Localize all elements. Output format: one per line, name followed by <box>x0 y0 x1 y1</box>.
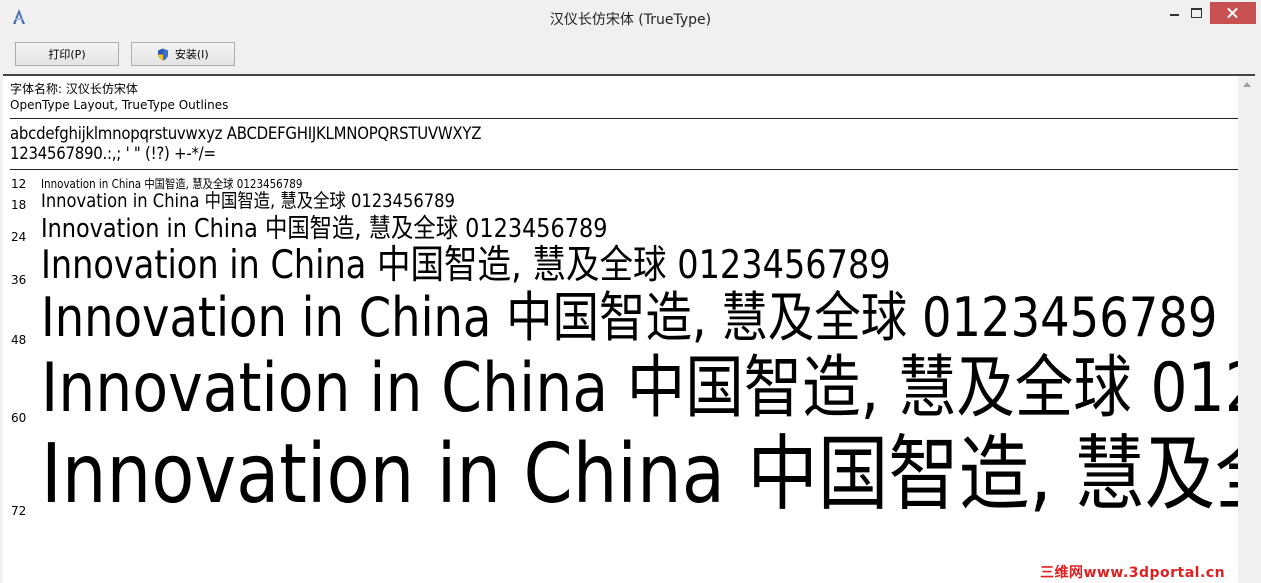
size-row-60: 60 Innovation in China 中国智造, 慧及全球 012345… <box>3 355 1238 426</box>
install-button[interactable]: 安装(I) <box>131 42 235 66</box>
size-label: 24 <box>11 230 27 244</box>
sample-text: Innovation in China 中国智造, 慧及全球 012345678… <box>41 177 303 191</box>
charset-letters: abcdefghijklmnopqrstuvwxyz ABCDEFGHIJKLM… <box>10 124 482 144</box>
size-label: 36 <box>11 273 27 287</box>
sample-text: Innovation in China 中国智造, 慧及全球 012345678… <box>41 349 1238 428</box>
size-row-18: 18 Innovation in China 中国智造, 慧及全球 012345… <box>3 192 1238 213</box>
divider <box>10 118 1238 119</box>
size-label: 48 <box>11 333 27 347</box>
font-type-line: OpenType Layout, TrueType Outlines <box>10 98 229 112</box>
size-row-48: 48 Innovation in China 中国智造, 慧及全球 012345… <box>3 291 1238 348</box>
uac-shield-icon <box>158 48 169 60</box>
charset-digits: 1234567890.:,; ' " (!?) +-*/= <box>10 144 216 164</box>
scroll-up-arrow-icon[interactable] <box>1243 82 1251 87</box>
sample-text: Innovation in China 中国智造, 慧及全球 012345678… <box>41 286 1218 349</box>
print-button[interactable]: 打印(P) <box>15 42 119 66</box>
font-name-line: 字体名称: 汉仪长仿宋体 <box>10 82 138 96</box>
toolbar: 打印(P) 安装(I) <box>0 36 1261 74</box>
divider <box>10 169 1238 170</box>
sample-text: Innovation in China 中国智造, 慧及全球 012345678… <box>41 427 1238 522</box>
size-label: 12 <box>11 177 27 191</box>
maximize-button[interactable] <box>1186 2 1206 24</box>
watermark: 三维网www.3dportal.cn <box>1040 565 1226 581</box>
window-title: 汉仪长仿宋体 (TrueType) <box>549 12 712 28</box>
print-button-label: 打印(P) <box>48 48 86 61</box>
sample-text: Innovation in China 中国智造, 慧及全球 012345678… <box>41 190 455 212</box>
install-button-label: 安装(I) <box>174 48 209 61</box>
size-row-24: 24 Innovation in China 中国智造, 慧及全球 012345… <box>3 216 1238 244</box>
size-row-36: 36 Innovation in China 中国智造, 慧及全球 012345… <box>3 246 1238 287</box>
frame-right <box>1255 74 1261 583</box>
size-row-72: 72 Innovation in China 中国智造, 慧及全球 012345… <box>3 434 1238 519</box>
size-label: 60 <box>11 411 27 425</box>
vertical-scrollbar[interactable] <box>1238 76 1255 583</box>
font-preview-pane: 字体名称: 汉仪长仿宋体 OpenType Layout, TrueType O… <box>3 76 1238 583</box>
sample-text: Innovation in China 中国智造, 慧及全球 012345678… <box>41 214 608 244</box>
minimize-button[interactable] <box>1164 2 1184 24</box>
size-label: 72 <box>11 504 27 518</box>
size-label: 18 <box>11 198 27 212</box>
sample-text: Innovation in China 中国智造, 慧及全球 012345678… <box>41 243 891 288</box>
title-bar: 汉仪长仿宋体 (TrueType) <box>0 0 1261 36</box>
close-button[interactable] <box>1210 2 1256 24</box>
